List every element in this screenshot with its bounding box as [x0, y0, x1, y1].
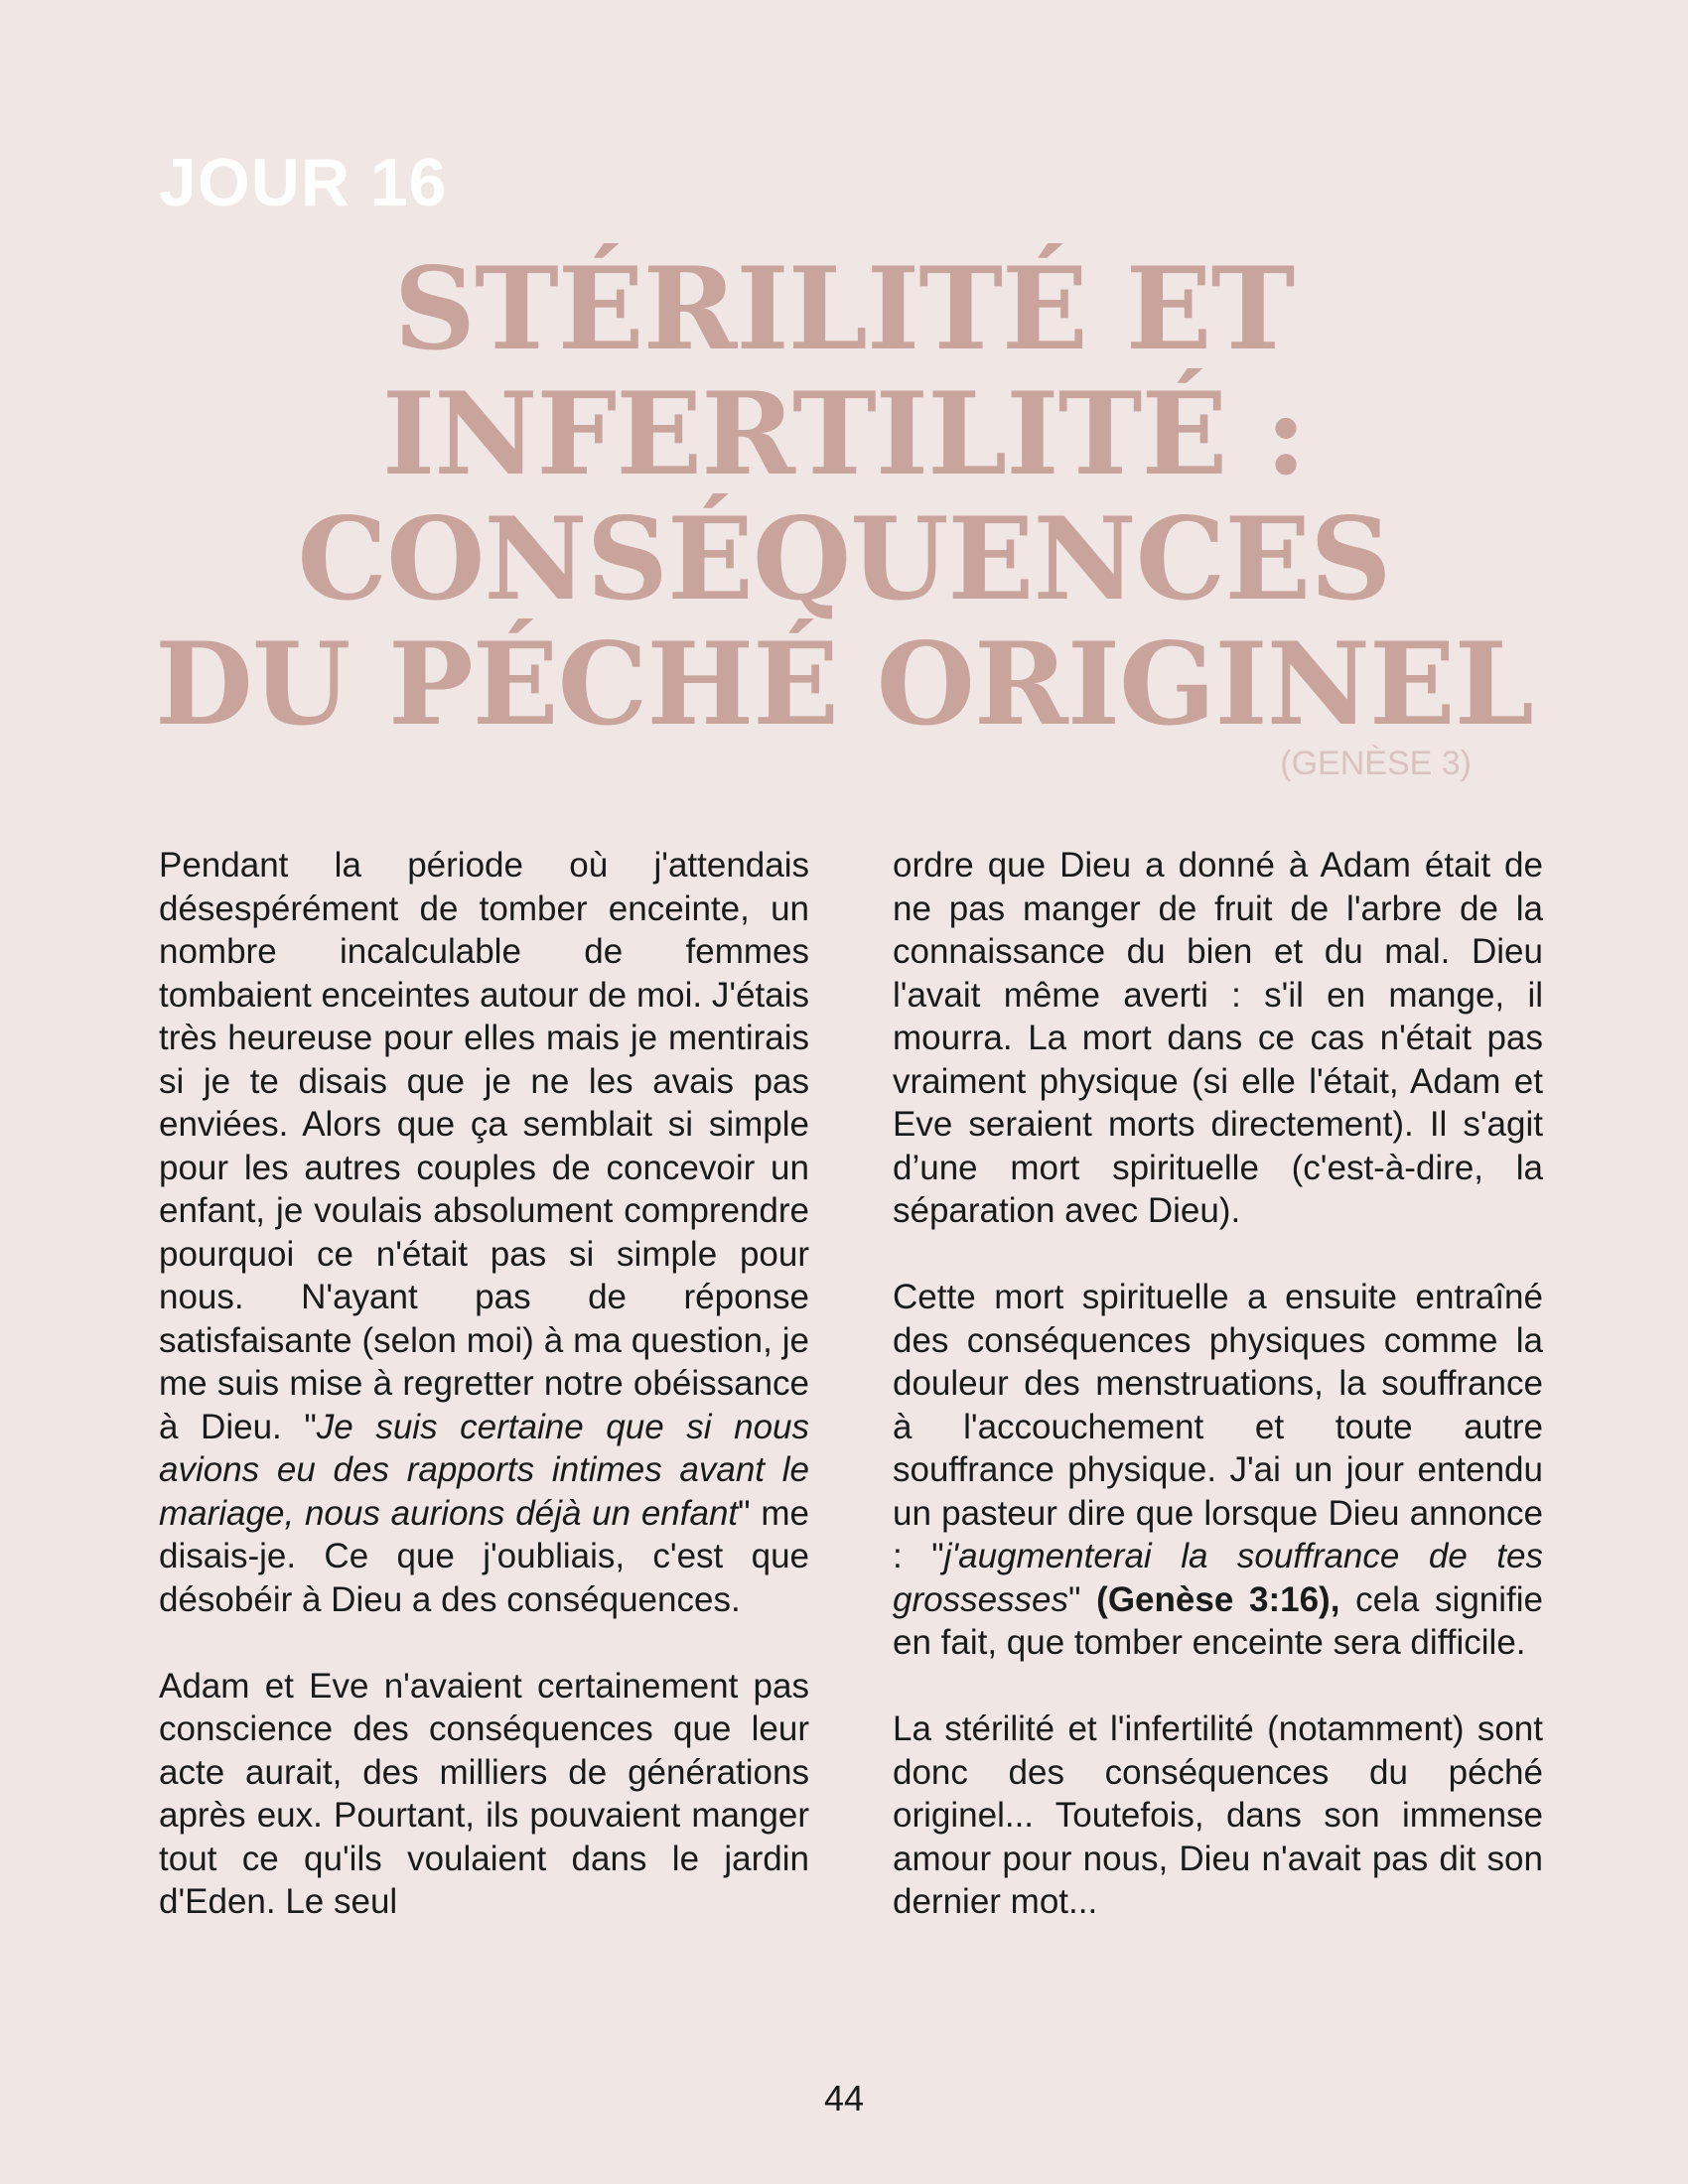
- paragraph: Adam et Eve n'avaient certainement pas c…: [159, 1666, 809, 1922]
- page-number: 44: [823, 2078, 865, 2118]
- scripture-reference: (GENÈSE 3): [1280, 745, 1472, 782]
- paragraph: La stérilité et l'infertilité (notamment…: [893, 1709, 1543, 1921]
- title-line-3: CONSÉQUENCES: [297, 492, 1391, 625]
- paragraph: Cette mort spirituelle a ensuite entraîn…: [893, 1276, 1543, 1665]
- verse-reference: (Genèse 3:16),: [1096, 1579, 1340, 1619]
- title-line-2: INFERTILITÉ :: [381, 367, 1307, 500]
- paragraph-text: Cette mort spirituelle a ensuite entraîn…: [893, 1278, 1543, 1575]
- left-column: Pendant la période où j'attendais désesp…: [159, 844, 809, 1967]
- page-title: STÉRILITÉ ET INFERTILITÉ : CONSÉQUENCES …: [129, 246, 1559, 747]
- paragraph: Pendant la période où j'attendais désesp…: [159, 844, 809, 1621]
- title-line-4: DU PÉCHÉ ORIGINEL: [155, 617, 1534, 751]
- day-label: JOUR 16: [159, 145, 448, 220]
- paragraph-text: Pendant la période où j'attendais désesp…: [159, 846, 809, 1446]
- paragraph: ordre que Dieu a donné à Adam était de n…: [893, 846, 1543, 1230]
- title-line-1: STÉRILITÉ ET: [393, 242, 1296, 375]
- paragraph-text: ": [1068, 1579, 1097, 1619]
- right-column: ordre que Dieu a donné à Adam était de n…: [893, 844, 1543, 1967]
